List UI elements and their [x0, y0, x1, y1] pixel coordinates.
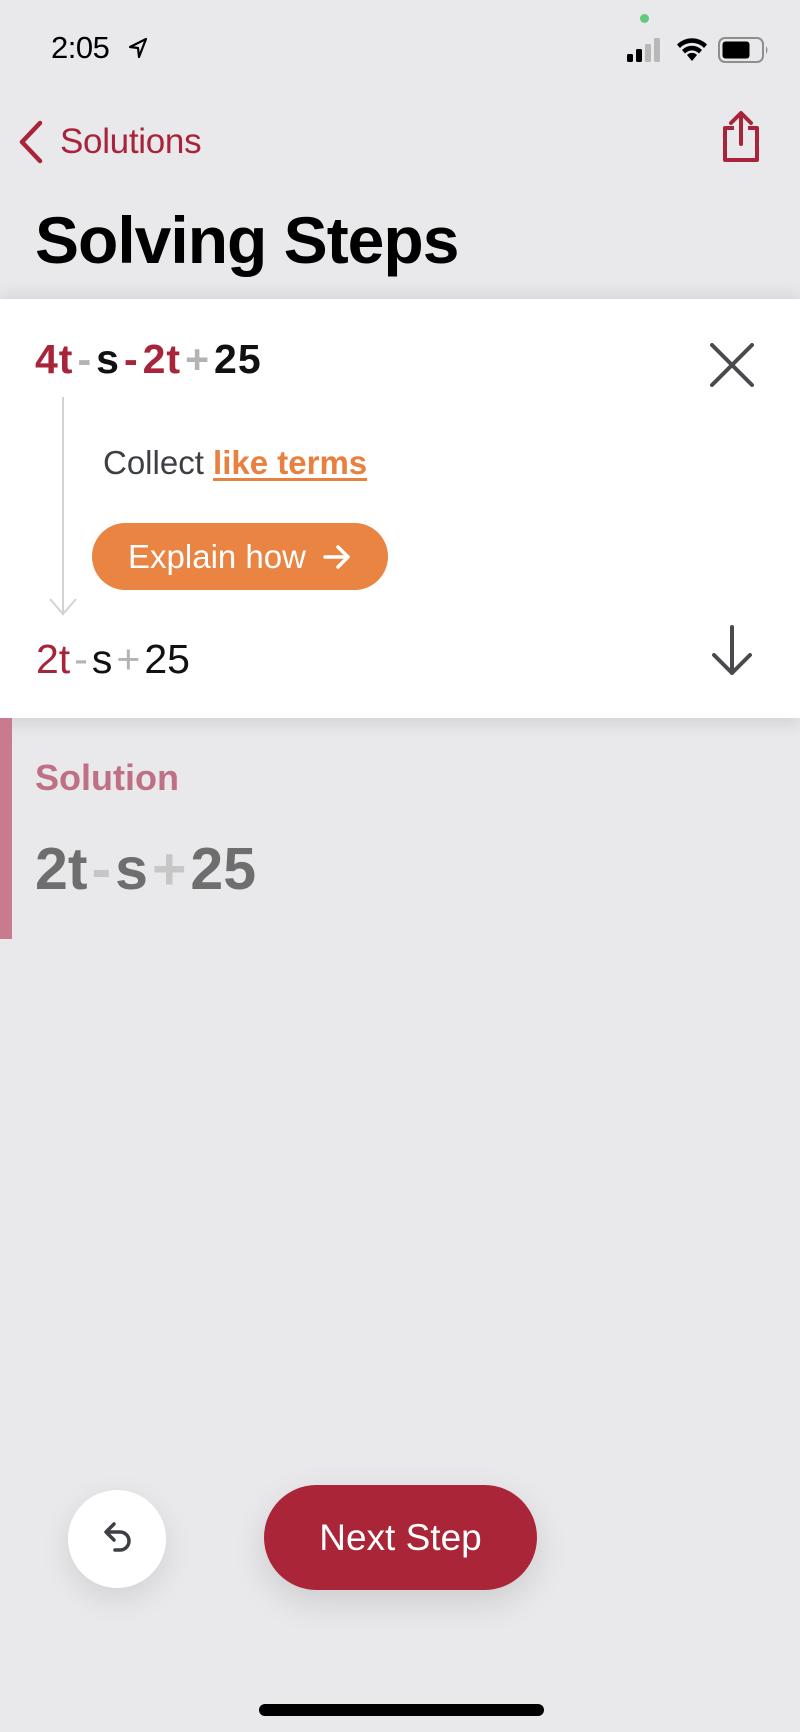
- undo-button[interactable]: [68, 1490, 166, 1588]
- undo-icon: [104, 1522, 131, 1552]
- step-expression-before: 4t - s - 2t + 25: [35, 335, 262, 383]
- expr-term: s: [96, 336, 120, 382]
- cellular-signal-icon: [627, 38, 660, 62]
- chevron-left-icon: [19, 120, 43, 164]
- expr-operator: -: [91, 836, 112, 902]
- step-hint: Collect like terms: [103, 443, 367, 483]
- expr-term: 4t: [35, 336, 74, 382]
- like-terms-link[interactable]: like terms: [213, 444, 367, 481]
- share-icon[interactable]: [718, 108, 764, 166]
- expr-operator: +: [116, 636, 141, 682]
- explain-how-label: Explain how: [128, 537, 306, 575]
- back-button[interactable]: Solutions: [16, 116, 202, 168]
- expr-operator: +: [185, 336, 211, 382]
- expr-term: s: [91, 636, 113, 682]
- battery-icon: [718, 37, 768, 63]
- explain-how-button[interactable]: Explain how: [92, 523, 388, 590]
- back-label: Solutions: [60, 122, 202, 161]
- location-arrow-icon: [128, 37, 148, 59]
- next-step-label: Next Step: [319, 1516, 482, 1558]
- expr-term: 25: [144, 636, 190, 682]
- expr-term: 2t: [35, 836, 88, 902]
- expr-term: 2t: [36, 636, 71, 682]
- step-expression-after: 2t - s + 25: [36, 635, 190, 683]
- arrow-down-icon[interactable]: [708, 623, 756, 679]
- expr-operator: -: [77, 336, 93, 382]
- solution-accent-bar: [0, 718, 12, 939]
- wifi-icon: [677, 38, 707, 61]
- solution-expression: 2t - s + 25: [35, 836, 256, 902]
- expr-operator: -: [74, 636, 88, 682]
- expr-term: 2t: [142, 336, 182, 382]
- solution-label: Solution: [35, 757, 179, 798]
- camera-indicator-dot: [640, 14, 649, 23]
- home-indicator[interactable]: [259, 1704, 544, 1716]
- connector-arrow-icon: [49, 598, 77, 616]
- hint-text: Collect: [103, 444, 204, 481]
- close-icon[interactable]: [704, 337, 760, 393]
- step-connector-line: [62, 397, 64, 615]
- arrow-right-icon: [323, 544, 350, 569]
- expr-term: 25: [190, 836, 257, 902]
- expr-term: 25: [214, 336, 262, 382]
- expr-operator: -: [123, 336, 139, 382]
- expr-operator: +: [151, 836, 187, 902]
- page-title: Solving Steps: [35, 203, 459, 277]
- next-step-button[interactable]: Next Step: [264, 1485, 537, 1590]
- step-card: 4t - s - 2t + 25 Collect like terms Expl…: [0, 299, 800, 718]
- status-time: 2:05: [51, 30, 110, 65]
- expr-term: s: [115, 836, 148, 902]
